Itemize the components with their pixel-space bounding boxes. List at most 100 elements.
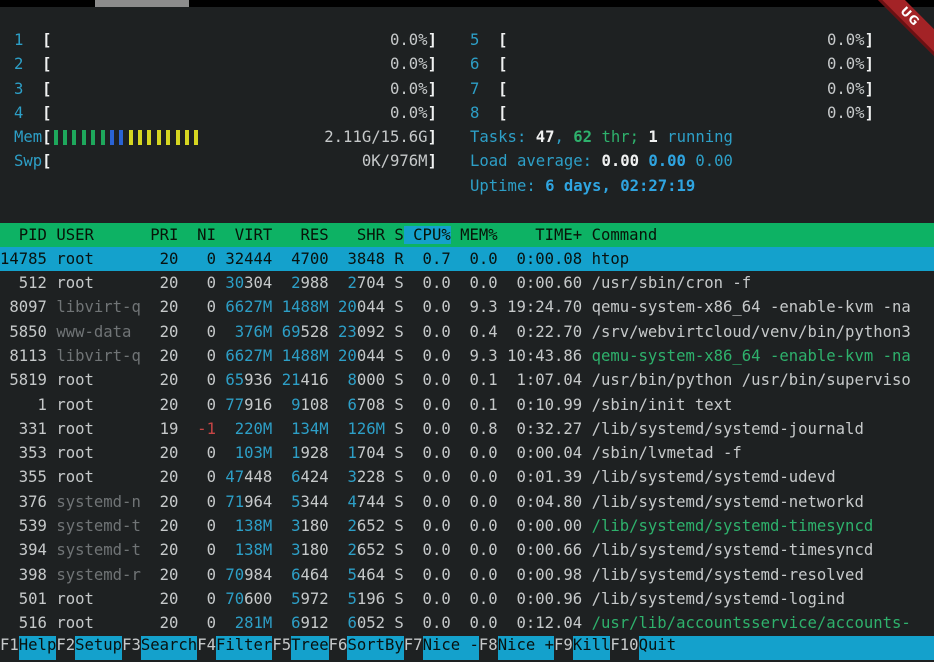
cell-pri: 20 bbox=[141, 444, 179, 462]
cell-command: /usr/bin/python /usr/bin/superviso bbox=[582, 371, 911, 389]
cpu-memory-meters: 1 [0.0%]2 [0.0%]3 [0.0%]4 [0.0%]Mem[2.11… bbox=[14, 28, 437, 174]
process-row-376[interactable]: 376 systemd-n 20 0 71964 5344 4744 S 0.0… bbox=[0, 490, 934, 514]
cell-state: S bbox=[385, 541, 404, 559]
tasks-summary-part: 1 bbox=[648, 128, 657, 146]
cell-virt: 138M bbox=[235, 541, 273, 559]
process-row-355[interactable]: 355 root 20 0 47448 6424 3228 S 0.0 0.0 … bbox=[0, 465, 934, 489]
cell-cpu: 0.0 bbox=[404, 614, 451, 632]
process-row-1[interactable]: 1 root 20 0 77916 9108 6708 S 0.0 0.1 0:… bbox=[0, 393, 934, 417]
cpu-meter-8: 8 [0.0%] bbox=[470, 101, 874, 125]
fkey-f4-filter[interactable]: F4Filter bbox=[197, 636, 272, 660]
cell-pri: 20 bbox=[141, 566, 179, 584]
tasks-summary-part: , bbox=[555, 128, 574, 146]
cell-state: S bbox=[385, 420, 404, 438]
cell-shr: 2 bbox=[347, 517, 356, 535]
meter-bar bbox=[157, 130, 161, 145]
cell-shr: 5 bbox=[347, 566, 356, 584]
fkey-f5-tree[interactable]: F5Tree bbox=[272, 636, 328, 660]
fkey-f7-nice[interactable]: F7Nice - bbox=[404, 636, 479, 660]
column-header-ni[interactable]: NI bbox=[178, 226, 216, 244]
process-row-14785[interactable]: 14785 root 20 0 32444 4700 3848 R 0.7 0.… bbox=[0, 247, 934, 271]
load-average-part: 0.00 bbox=[601, 152, 639, 170]
fkey-key: F2 bbox=[56, 636, 75, 660]
uptime-part: Uptime: bbox=[470, 177, 545, 195]
meter-value: 0K/976M bbox=[362, 149, 428, 173]
cell-cpu: 0.0 bbox=[404, 323, 451, 341]
meter-label: 3 bbox=[14, 80, 42, 98]
process-row-394[interactable]: 394 systemd-t 20 0 138M 3180 2652 S 0.0 … bbox=[0, 538, 934, 562]
column-header-time[interactable]: TIME+ bbox=[498, 226, 583, 244]
process-row-398[interactable]: 398 systemd-r 20 0 70984 6464 5464 S 0.0… bbox=[0, 563, 934, 587]
cell-pid: 516 bbox=[0, 614, 47, 632]
cell-shr: 2 bbox=[347, 274, 356, 292]
cell-command: /sbin/init text bbox=[582, 396, 732, 414]
cell-time: 0:00.08 bbox=[498, 250, 583, 268]
meter-bar bbox=[63, 130, 67, 145]
meter-bar bbox=[138, 130, 142, 145]
cell-shr: 2 bbox=[347, 541, 356, 559]
cell-time: 0:00.00 bbox=[498, 517, 583, 535]
column-header-cpu[interactable]: CPU% bbox=[404, 226, 451, 244]
cell-time: 0:01.39 bbox=[498, 468, 583, 486]
cell-cpu: 0.0 bbox=[404, 566, 451, 584]
cell-user: libvirt-q bbox=[47, 298, 141, 316]
cell-pri: 20 bbox=[141, 298, 179, 316]
column-header-shr[interactable]: SHR bbox=[329, 226, 385, 244]
fkey-f9-kill[interactable]: F9Kill bbox=[554, 636, 610, 660]
process-row-8113[interactable]: 8113 libvirt-q 20 0 6627M 1488M 20044 S … bbox=[0, 344, 934, 368]
cell-shr: 3 bbox=[347, 250, 356, 268]
process-row-5819[interactable]: 5819 root 20 0 65936 21416 8000 S 0.0 0.… bbox=[0, 368, 934, 392]
uptime: Uptime: 6 days, 02:27:19 bbox=[470, 174, 874, 198]
column-header-res[interactable]: RES bbox=[272, 226, 328, 244]
background-tab-handle[interactable] bbox=[95, 0, 189, 7]
meter-value: 0.0% bbox=[390, 101, 428, 125]
cell-pid: 376 bbox=[0, 493, 47, 511]
cell-pri: 20 bbox=[141, 396, 179, 414]
fkey-f2-setup[interactable]: F2Setup bbox=[56, 636, 122, 660]
meter-bar bbox=[82, 130, 86, 145]
tasks-summary-part: running bbox=[658, 128, 733, 146]
fkey-f3-search[interactable]: F3Search bbox=[122, 636, 197, 660]
fkey-f10-quit[interactable]: F10Quit bbox=[610, 636, 934, 660]
cell-virt: 77 bbox=[225, 396, 244, 414]
column-header-virt[interactable]: VIRT bbox=[216, 226, 272, 244]
cell-time: 0:32.27 bbox=[498, 420, 583, 438]
cell-time: 19:24.70 bbox=[498, 298, 583, 316]
process-row-5850[interactable]: 5850 www-data 20 0 376M 69528 23092 S 0.… bbox=[0, 320, 934, 344]
process-row-331[interactable]: 331 root 19 -1 220M 134M 126M S 0.0 0.8 … bbox=[0, 417, 934, 441]
cpu-meter-6: 6 [0.0%] bbox=[470, 52, 874, 76]
cpu-meter-7: 7 [0.0%] bbox=[470, 77, 874, 101]
process-row-8097[interactable]: 8097 libvirt-q 20 0 6627M 1488M 20044 S … bbox=[0, 295, 934, 319]
fkey-f6-sortby[interactable]: F6SortBy bbox=[329, 636, 404, 660]
cell-virt: 65 bbox=[225, 371, 244, 389]
column-header-user[interactable]: USER bbox=[47, 226, 141, 244]
process-row-501[interactable]: 501 root 20 0 70600 5972 5196 S 0.0 0.0 … bbox=[0, 587, 934, 611]
fkey-f8-nice[interactable]: F8Nice + bbox=[479, 636, 554, 660]
cell-command: /lib/systemd/systemd-logind bbox=[582, 590, 845, 608]
fkey-f1-help[interactable]: F1Help bbox=[0, 636, 56, 660]
cell-command: /lib/systemd/systemd-udevd bbox=[582, 468, 835, 486]
cell-pid: 501 bbox=[0, 590, 47, 608]
cell-pri: 20 bbox=[141, 468, 179, 486]
cell-ni: 0 bbox=[178, 614, 216, 632]
process-row-539[interactable]: 539 systemd-t 20 0 138M 3180 2652 S 0.0 … bbox=[0, 514, 934, 538]
cell-state: S bbox=[385, 517, 404, 535]
fkey-label: Help bbox=[19, 636, 57, 660]
cell-command: qemu-system-x86_64 -enable-kvm -na bbox=[582, 298, 911, 316]
meter-bar bbox=[176, 130, 180, 145]
cell-cpu: 0.0 bbox=[404, 371, 451, 389]
column-header-pid[interactable]: PID bbox=[0, 226, 47, 244]
cell-pri: 20 bbox=[141, 347, 179, 365]
column-header-command[interactable]: Command bbox=[582, 226, 657, 244]
meter-close-bracket: ] bbox=[428, 104, 437, 122]
column-header-s[interactable]: S bbox=[385, 226, 404, 244]
process-row-512[interactable]: 512 root 20 0 30304 2988 2704 S 0.0 0.0 … bbox=[0, 271, 934, 295]
process-row-353[interactable]: 353 root 20 0 103M 1928 1704 S 0.0 0.0 0… bbox=[0, 441, 934, 465]
process-row-516[interactable]: 516 root 20 0 281M 6912 6052 S 0.0 0.0 0… bbox=[0, 611, 934, 635]
fkey-label: Setup bbox=[75, 636, 122, 660]
column-header-pri[interactable]: PRI bbox=[141, 226, 179, 244]
meter-bar bbox=[101, 130, 105, 145]
column-header-mem[interactable]: MEM% bbox=[451, 226, 498, 244]
cell-ni: 0 bbox=[178, 323, 216, 341]
cell-ni: 0 bbox=[178, 517, 216, 535]
